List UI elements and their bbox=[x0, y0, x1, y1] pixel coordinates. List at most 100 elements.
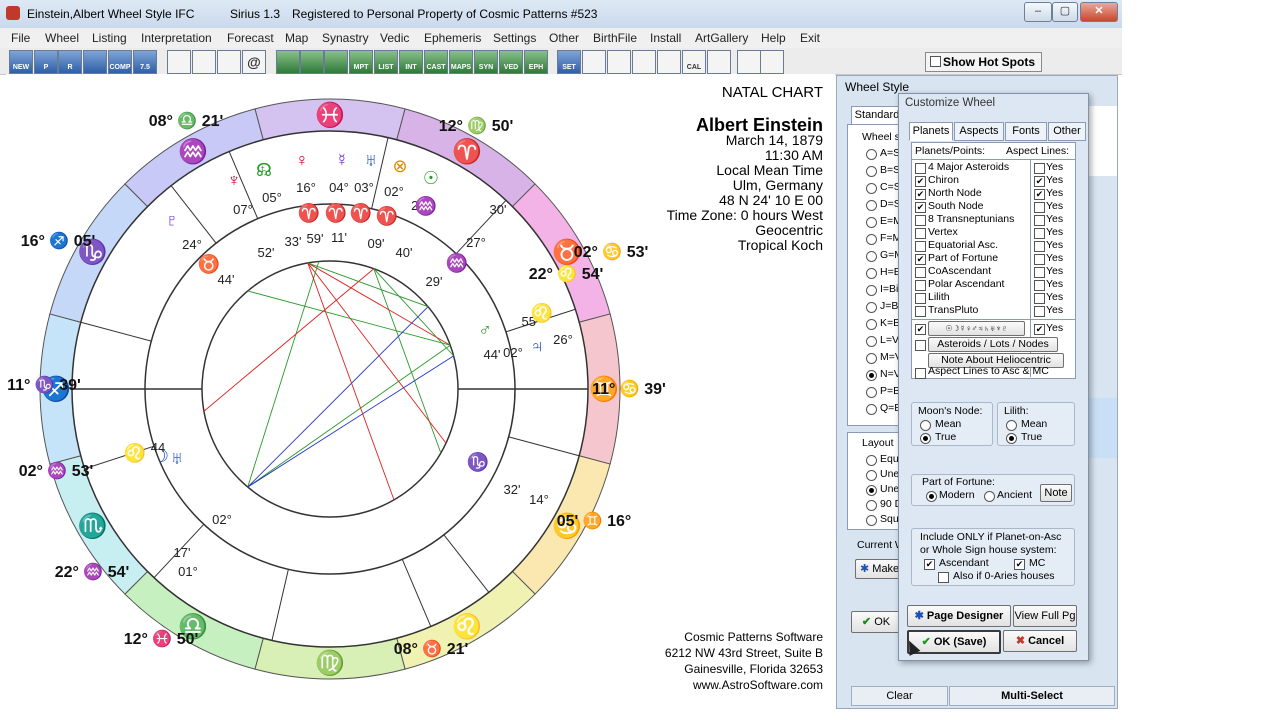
lilith-mean-radio[interactable] bbox=[1006, 420, 1017, 431]
wheel-option-radio[interactable] bbox=[866, 336, 877, 347]
layout-icon[interactable] bbox=[324, 50, 348, 74]
row-yes-checkbox[interactable] bbox=[1034, 267, 1045, 278]
tab-other[interactable]: Other bbox=[1048, 122, 1086, 141]
app-icon[interactable] bbox=[6, 6, 20, 20]
row-yes-checkbox[interactable] bbox=[1034, 241, 1045, 252]
maps-icon[interactable]: MAPS bbox=[449, 50, 473, 74]
comet-icon[interactable] bbox=[83, 50, 107, 74]
glyph-row-button[interactable]: ☉☽☿♀♂♃♄♅♆♇ bbox=[928, 321, 1025, 336]
wheel-option-radio[interactable] bbox=[866, 302, 877, 313]
show-hot-spots-checkbox[interactable] bbox=[930, 56, 941, 67]
menu-other[interactable]: Other bbox=[549, 31, 579, 45]
row-yes-checkbox[interactable] bbox=[1034, 293, 1045, 304]
menu-birthfile[interactable]: BirthFile bbox=[593, 31, 637, 45]
menu-artgallery[interactable]: ArtGallery bbox=[695, 31, 748, 45]
menu-forecast[interactable]: Forecast bbox=[227, 31, 274, 45]
help-icon[interactable] bbox=[632, 50, 656, 74]
clear-button[interactable]: Clear bbox=[851, 686, 948, 706]
minimize-button[interactable]: – bbox=[1024, 2, 1052, 22]
menu-ephemeris[interactable]: Ephemeris bbox=[424, 31, 481, 45]
calendar-icon[interactable]: CAL bbox=[682, 50, 706, 74]
row-checkbox[interactable]: ✔ bbox=[915, 254, 926, 265]
save-icon[interactable] bbox=[192, 50, 216, 74]
menu-exit[interactable]: Exit bbox=[800, 31, 820, 45]
zoom-in-icon[interactable] bbox=[737, 50, 761, 74]
syn-icon[interactable]: SYN bbox=[474, 50, 498, 74]
zoom-75-icon[interactable]: 7.5 bbox=[133, 50, 157, 74]
pof-ancient-radio[interactable] bbox=[984, 491, 995, 502]
layout-option-radio[interactable] bbox=[866, 455, 877, 466]
ascendant-checkbox[interactable]: ✔ bbox=[924, 559, 935, 570]
ved-icon[interactable]: VED bbox=[499, 50, 523, 74]
row-yes-checkbox[interactable] bbox=[1034, 215, 1045, 226]
row-checkbox[interactable] bbox=[915, 267, 926, 278]
row-yes-checkbox[interactable]: ✔ bbox=[1034, 189, 1045, 200]
cast-icon[interactable]: CAST bbox=[424, 50, 448, 74]
email-icon[interactable]: @ bbox=[242, 50, 266, 74]
row-yes-checkbox[interactable] bbox=[1034, 202, 1045, 213]
report-icon[interactable]: R bbox=[58, 50, 82, 74]
moons-node-true-radio[interactable] bbox=[920, 433, 931, 444]
menu-listing[interactable]: Listing bbox=[92, 31, 127, 45]
row-yes-checkbox[interactable] bbox=[1034, 306, 1045, 317]
row-checkbox[interactable] bbox=[915, 306, 926, 317]
glyph-row-checkbox[interactable]: ✔ bbox=[915, 324, 926, 335]
ok-save-button[interactable]: ✔ OK (Save) bbox=[907, 630, 1001, 654]
comp-icon[interactable]: COMP bbox=[108, 50, 132, 74]
wheel-style-ok-button[interactable]: ✔ OK bbox=[851, 611, 901, 633]
wheel-icon[interactable] bbox=[276, 50, 300, 74]
window-icon[interactable] bbox=[167, 50, 191, 74]
row-checkbox[interactable] bbox=[915, 241, 926, 252]
wheel-option-radio[interactable] bbox=[866, 251, 877, 262]
wheel-option-radio[interactable] bbox=[866, 217, 877, 228]
row-checkbox[interactable]: ✔ bbox=[915, 202, 926, 213]
row-yes-checkbox[interactable] bbox=[1034, 228, 1045, 239]
menu-interpretation[interactable]: Interpretation bbox=[141, 31, 212, 45]
row-yes-checkbox[interactable] bbox=[1034, 163, 1045, 174]
row-checkbox[interactable]: ✔ bbox=[915, 176, 926, 187]
mpt-icon[interactable]: MPT bbox=[349, 50, 373, 74]
wheel-option-radio[interactable] bbox=[866, 404, 877, 415]
menu-settings[interactable]: Settings bbox=[493, 31, 536, 45]
pof-note-button[interactable]: Note bbox=[1040, 484, 1072, 502]
menu-help[interactable]: Help bbox=[761, 31, 786, 45]
wheel-option-radio[interactable] bbox=[866, 353, 877, 364]
page-designer-button[interactable]: ✱ Page Designer bbox=[907, 605, 1011, 627]
close-button[interactable]: ✕ bbox=[1080, 2, 1118, 22]
set-icon[interactable]: SET bbox=[557, 50, 581, 74]
row-checkbox[interactable] bbox=[915, 163, 926, 174]
row-checkbox[interactable]: ✔ bbox=[915, 189, 926, 200]
asteroids-checkbox[interactable] bbox=[915, 340, 926, 351]
menu-vedic[interactable]: Vedic bbox=[380, 31, 409, 45]
tab-standard[interactable]: Standard bbox=[851, 106, 903, 125]
wheel-option-radio[interactable] bbox=[866, 387, 877, 398]
maximize-button[interactable]: ▢ bbox=[1052, 2, 1078, 22]
glyph-row-yes-checkbox[interactable]: ✔ bbox=[1034, 324, 1045, 335]
wheel-option-radio[interactable] bbox=[866, 319, 877, 330]
wheel-option-radio[interactable] bbox=[866, 285, 877, 296]
row-checkbox[interactable] bbox=[915, 215, 926, 226]
multi-select-button[interactable]: Multi-Select bbox=[949, 686, 1115, 706]
printer-icon[interactable] bbox=[217, 50, 241, 74]
moons-node-mean-radio[interactable] bbox=[920, 420, 931, 431]
menu-install[interactable]: Install bbox=[650, 31, 681, 45]
int-icon[interactable]: INT bbox=[399, 50, 423, 74]
show-hot-spots-button[interactable]: Show Hot Spots bbox=[925, 52, 1042, 72]
art-icon[interactable] bbox=[707, 50, 731, 74]
eph-icon[interactable]: EPH bbox=[524, 50, 548, 74]
layout-option-radio[interactable] bbox=[866, 500, 877, 511]
row-yes-checkbox[interactable] bbox=[1034, 254, 1045, 265]
list-icon[interactable]: LIST bbox=[374, 50, 398, 74]
layout-option-radio[interactable] bbox=[866, 515, 877, 526]
view-full-page-button[interactable]: View Full Pg bbox=[1013, 605, 1077, 627]
also-if-0-aries-checkbox[interactable] bbox=[938, 572, 949, 583]
row-checkbox[interactable] bbox=[915, 293, 926, 304]
wheel-option-radio[interactable] bbox=[866, 166, 877, 177]
menu-wheel[interactable]: Wheel bbox=[45, 31, 79, 45]
tab-fonts[interactable]: Fonts bbox=[1005, 122, 1047, 141]
row-checkbox[interactable] bbox=[915, 280, 926, 291]
lilith-true-radio[interactable] bbox=[1006, 433, 1017, 444]
wheel-option-radio[interactable] bbox=[866, 200, 877, 211]
footer-website[interactable]: www.AstroSoftware.com bbox=[693, 678, 823, 692]
zoom-out-icon[interactable] bbox=[760, 50, 784, 74]
